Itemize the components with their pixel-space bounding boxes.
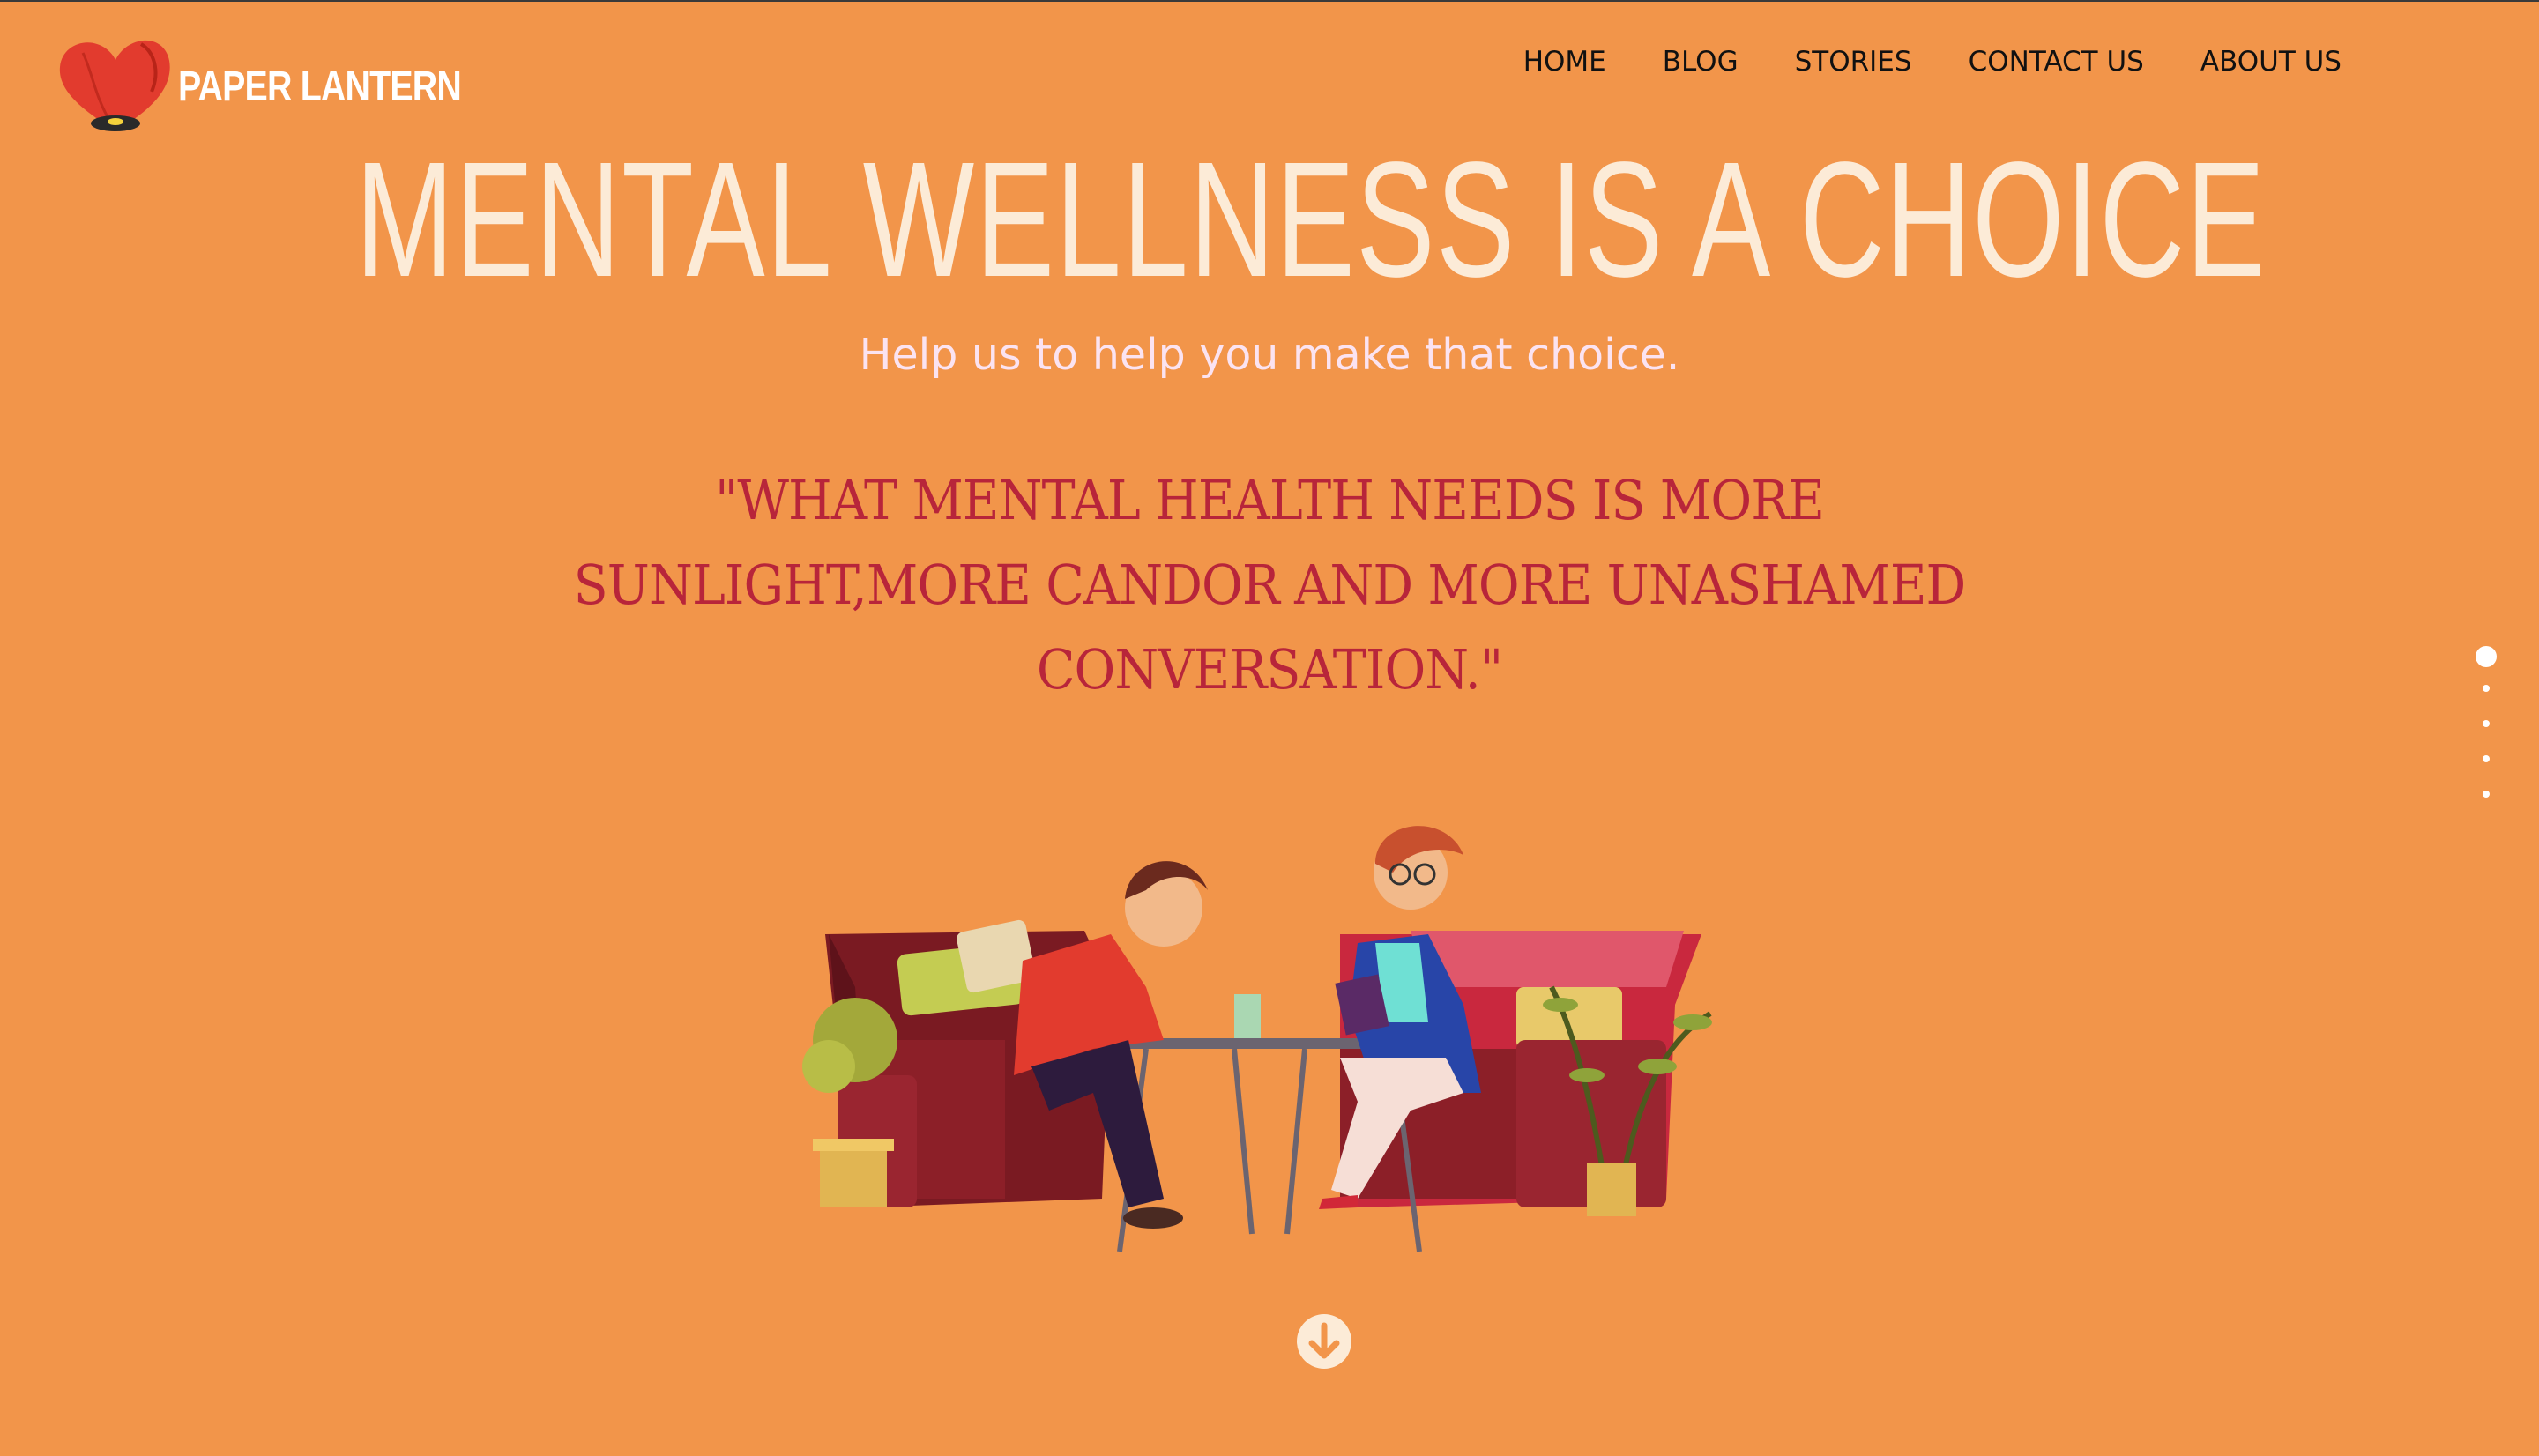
therapy-session-illustration: [802, 826, 1712, 1252]
quote-line: CONVERSATION.": [1036, 637, 1503, 702]
hero-quote: "WHAT MENTAL HEALTH NEEDS IS MORE SUNLIG…: [555, 458, 1983, 712]
top-border: [0, 0, 2539, 2]
nav-about-us[interactable]: ABOUT US: [2200, 46, 2342, 78]
nav-contact-us[interactable]: CONTACT US: [1969, 46, 2144, 78]
hero-subtitle: Help us to help you make that choice.: [859, 330, 1680, 380]
pagination-dot[interactable]: [2483, 685, 2490, 692]
brand-logo[interactable]: PAPER LANTERN: [56, 35, 523, 137]
pagination-dot[interactable]: [2483, 755, 2490, 762]
main-nav: HOME BLOG STORIES CONTACT US ABOUT US: [1523, 46, 2342, 78]
quote-line: SUNLIGHT,MORE CANDOR AND MORE UNASHAMED: [573, 553, 1967, 617]
nav-stories[interactable]: STORIES: [1795, 46, 1912, 78]
pagination-dot-active[interactable]: [2476, 646, 2497, 667]
heart-lantern-icon: [59, 40, 170, 131]
hero-title: MENTAL WELLNESS IS A CHOICE: [355, 129, 2267, 311]
arrow-down-circle-icon[interactable]: [1296, 1313, 1352, 1370]
nav-blog[interactable]: BLOG: [1663, 46, 1739, 78]
nav-home[interactable]: HOME: [1523, 46, 1606, 78]
pagination-dot[interactable]: [2483, 791, 2490, 798]
brand-name: PAPER LANTERN: [178, 63, 462, 110]
quote-line: "WHAT MENTAL HEALTH NEEDS IS MORE: [715, 468, 1825, 532]
pagination-dot[interactable]: [2483, 720, 2490, 727]
